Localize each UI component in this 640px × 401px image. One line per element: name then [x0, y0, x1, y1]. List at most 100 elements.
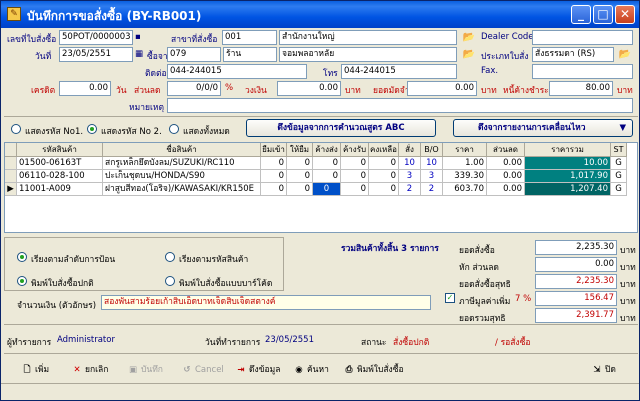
- radio-show-no2[interactable]: [87, 124, 97, 134]
- close-button[interactable]: ⇲ ปิด: [591, 362, 615, 378]
- date-field[interactable]: 23/05/2551: [59, 47, 133, 62]
- table-cell[interactable]: 0: [341, 157, 369, 170]
- table-cell[interactable]: 1,017.90: [525, 170, 611, 183]
- remark-field[interactable]: [167, 98, 633, 113]
- table-cell[interactable]: 11001-A009: [17, 183, 103, 196]
- sale-type-lookup-icon[interactable]: 📂: [617, 48, 633, 61]
- table-cell[interactable]: 0: [287, 170, 313, 183]
- column-header[interactable]: B/O: [421, 143, 443, 157]
- calendar-icon[interactable]: ▦: [135, 49, 143, 59]
- doc-no-field[interactable]: 50POT/0000003: [59, 30, 133, 45]
- table-cell[interactable]: 0.00: [487, 170, 525, 183]
- search-button[interactable]: ◉ ค้นหา: [293, 362, 329, 378]
- doc-no-lookup-icon[interactable]: ▪: [135, 32, 141, 42]
- limit-field[interactable]: 0.00: [277, 81, 341, 96]
- table-cell[interactable]: 0: [313, 170, 341, 183]
- table-cell[interactable]: 1.00: [443, 157, 487, 170]
- radio-print-normal[interactable]: [17, 276, 27, 286]
- supplier-lookup-icon[interactable]: 📂: [461, 48, 477, 61]
- cancel-button[interactable]: ↺ Cancel: [181, 362, 223, 378]
- table-cell[interactable]: 603.70: [443, 183, 487, 196]
- table-cell[interactable]: 01500-06163T: [17, 157, 103, 170]
- print-button[interactable]: ⎙ พิมพ์ใบสั่งซื้อ: [343, 362, 404, 378]
- column-header[interactable]: คงเหลือ: [369, 143, 399, 157]
- add-button[interactable]: 🗋 เพิ่ม: [21, 362, 50, 378]
- table-cell[interactable]: G: [611, 170, 627, 183]
- table-cell[interactable]: G: [611, 183, 627, 196]
- sale-type-field[interactable]: สั่งธรรมดา (RS): [532, 47, 614, 62]
- table-cell[interactable]: สกรูเหล็กยึดบังลม/SUZUKI/RC110: [103, 157, 261, 170]
- radio-print-barcode[interactable]: [165, 276, 175, 286]
- table-cell[interactable]: 0: [261, 170, 287, 183]
- row-selector[interactable]: ▶: [5, 183, 17, 196]
- close-window-button[interactable]: ✕: [615, 5, 635, 24]
- supplier-code-field[interactable]: 079: [167, 47, 221, 62]
- tax-field[interactable]: 80.00: [549, 81, 613, 96]
- column-header[interactable]: รหัสสินค้า: [17, 143, 103, 157]
- table-cell[interactable]: ฝาสูบสีทอง(โอริจ)/KAWASAKI/KR150E: [103, 183, 261, 196]
- column-header[interactable]: ให้ยืม: [287, 143, 313, 157]
- table-cell[interactable]: 0: [341, 170, 369, 183]
- table-cell[interactable]: 0: [287, 157, 313, 170]
- table-cell[interactable]: 1,207.40: [525, 183, 611, 196]
- table-cell[interactable]: 3: [421, 170, 443, 183]
- table-cell[interactable]: 10: [399, 157, 421, 170]
- vat-checkbox[interactable]: ✓: [445, 293, 455, 303]
- fetch-button[interactable]: ⇥ ดึงข้อมูล: [235, 362, 280, 378]
- credit-field[interactable]: 0.00: [59, 81, 111, 96]
- column-header[interactable]: ยืมเข้า: [261, 143, 287, 157]
- column-header[interactable]: ST: [611, 143, 627, 157]
- table-cell[interactable]: 0: [369, 183, 399, 196]
- deposit-field[interactable]: 0.00: [407, 81, 477, 96]
- table-cell[interactable]: 10: [421, 157, 443, 170]
- fax-field[interactable]: [532, 64, 633, 79]
- column-header[interactable]: ส่วนลด: [487, 143, 525, 157]
- table-cell[interactable]: 0.00: [487, 183, 525, 196]
- column-header[interactable]: ราคารวม: [525, 143, 611, 157]
- table-cell[interactable]: 2: [421, 183, 443, 196]
- table-cell[interactable]: 06110-028-100: [17, 170, 103, 183]
- radio-show-all[interactable]: [169, 124, 179, 134]
- table-cell[interactable]: 2: [399, 183, 421, 196]
- branch-code-field[interactable]: 001: [222, 30, 277, 45]
- discount-total-field[interactable]: 0.00: [535, 257, 617, 272]
- radio-sort-entry[interactable]: [17, 252, 27, 262]
- void-button[interactable]: ✕ ยกเลิก: [71, 362, 108, 378]
- movement-report-dropdown[interactable]: ดึงจากรายงานการเคลื่อนไหว ▼: [453, 119, 633, 137]
- phone-field[interactable]: 044-244015: [341, 64, 457, 79]
- radio-show-no1[interactable]: [11, 124, 21, 134]
- column-header[interactable]: ราคา: [443, 143, 487, 157]
- table-cell[interactable]: 0: [261, 183, 287, 196]
- table-cell[interactable]: G: [611, 157, 627, 170]
- contact-field[interactable]: 044-244015: [167, 64, 307, 79]
- radio-sort-code[interactable]: [165, 252, 175, 262]
- table-cell[interactable]: 0: [369, 157, 399, 170]
- table-cell[interactable]: 0: [341, 183, 369, 196]
- save-button[interactable]: ▣ บันทึก: [127, 362, 163, 378]
- items-table[interactable]: รหัสสินค้า ชื่อสินค้า ยืมเข้า ให้ยืม ค้างส่ง…: [4, 142, 638, 233]
- row-selector[interactable]: [5, 170, 17, 183]
- branch-lookup-icon[interactable]: 📂: [461, 31, 477, 44]
- minimize-button[interactable]: _: [571, 5, 591, 24]
- column-header[interactable]: ชื่อสินค้า: [103, 143, 261, 157]
- table-cell[interactable]: 339.30: [443, 170, 487, 183]
- row-indicator-header[interactable]: [5, 143, 17, 157]
- table-cell[interactable]: 0: [287, 183, 313, 196]
- table-cell[interactable]: 10.00: [525, 157, 611, 170]
- table-cell[interactable]: 0.00: [487, 157, 525, 170]
- table-cell[interactable]: 0: [369, 170, 399, 183]
- maximize-button[interactable]: □: [593, 5, 613, 24]
- title-bar[interactable]: ✎ บันทึกการขอสั่งซื้อ (BY-RB001) _ □ ✕: [1, 1, 639, 28]
- dealer-code-field[interactable]: [532, 30, 633, 45]
- abc-formula-button[interactable]: ดึงข้อมูลจากการคำนวณสูตร ABC: [246, 119, 436, 137]
- column-header[interactable]: สั่ง: [399, 143, 421, 157]
- table-cell[interactable]: ปะเก็นชุดบน/HONDA/S90: [103, 170, 261, 183]
- table-cell[interactable]: 0: [313, 157, 341, 170]
- table-cell[interactable]: 0: [261, 157, 287, 170]
- row-selector[interactable]: [5, 157, 17, 170]
- table-cell[interactable]: 3: [399, 170, 421, 183]
- discount-field[interactable]: 0/0/0: [167, 81, 221, 96]
- table-cell[interactable]: 0: [313, 183, 341, 196]
- column-header[interactable]: ค้างส่ง: [313, 143, 341, 157]
- column-header[interactable]: ค้างรับ: [341, 143, 369, 157]
